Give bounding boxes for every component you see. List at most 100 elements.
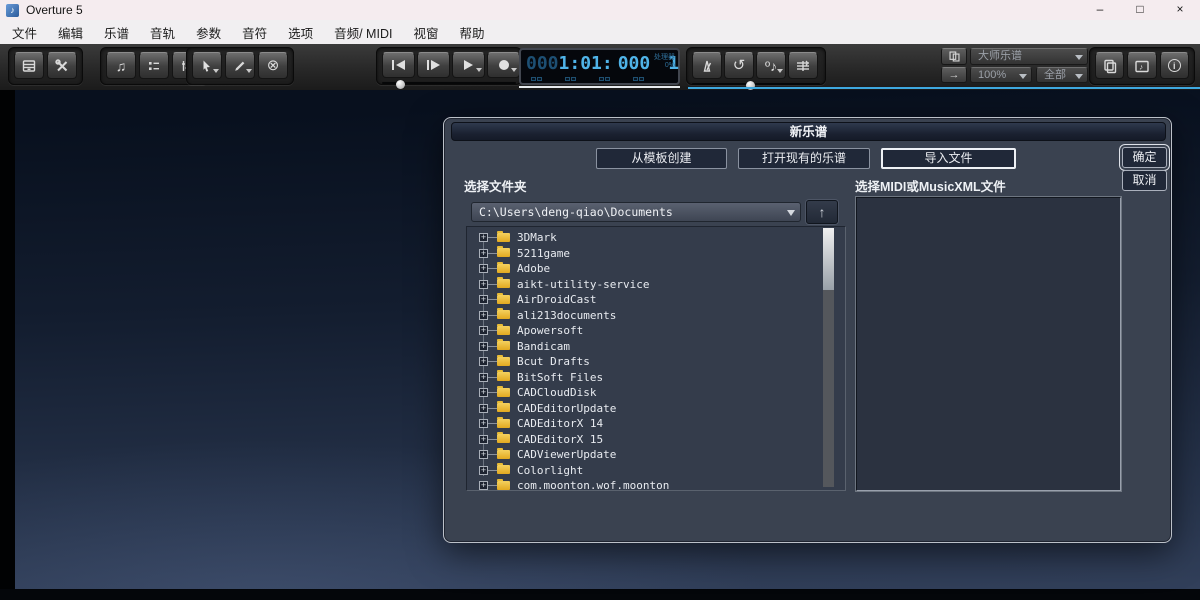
expand-icon[interactable]: + bbox=[479, 435, 488, 444]
rewind-button[interactable] bbox=[382, 52, 415, 78]
menu-item[interactable]: 参数 bbox=[196, 23, 221, 42]
window-title: Overture 5 bbox=[26, 3, 83, 17]
folder-tree-item[interactable]: + Bcut Drafts bbox=[479, 354, 845, 370]
midi-file-list[interactable] bbox=[856, 197, 1121, 491]
tempo-slider[interactable] bbox=[692, 83, 820, 85]
menu-item[interactable]: 选项 bbox=[288, 23, 313, 42]
play-notes-button[interactable]: º♪ bbox=[756, 52, 786, 79]
folder-name: Colorlight bbox=[517, 464, 583, 477]
folder-icon bbox=[497, 481, 510, 490]
menu-item[interactable]: 乐谱 bbox=[104, 23, 129, 42]
cancel-button[interactable]: 取消 bbox=[1122, 170, 1167, 191]
parent-folder-button[interactable]: ↑ bbox=[806, 200, 838, 224]
expand-icon[interactable]: + bbox=[479, 280, 488, 289]
tree-scrollbar-thumb[interactable] bbox=[823, 228, 834, 290]
folder-name: CADEditorX 15 bbox=[517, 433, 603, 446]
track-list-button[interactable] bbox=[139, 52, 169, 79]
select-cursor-button[interactable] bbox=[192, 52, 222, 79]
menu-item[interactable]: 帮助 bbox=[459, 23, 484, 42]
go-to-button[interactable]: → bbox=[941, 67, 967, 83]
tab-open-existing[interactable]: 打开现有的乐谱 bbox=[738, 148, 870, 169]
folder-tree-item[interactable]: + 3DMark bbox=[479, 230, 845, 246]
expand-icon[interactable]: + bbox=[479, 466, 488, 475]
menu-item[interactable]: 编辑 bbox=[58, 23, 83, 42]
metronome-button[interactable] bbox=[692, 52, 722, 79]
copy-button[interactable] bbox=[1095, 52, 1124, 79]
minimize-button[interactable]: – bbox=[1080, 0, 1120, 20]
loop-button[interactable]: ↺ bbox=[724, 52, 754, 79]
expand-icon[interactable]: + bbox=[479, 311, 488, 320]
tab-create-from-template[interactable]: 从模板创建 bbox=[596, 148, 727, 169]
score-select[interactable]: 大师乐谱 bbox=[970, 48, 1088, 65]
track-list-icon bbox=[146, 58, 162, 74]
expand-icon[interactable]: + bbox=[479, 342, 488, 351]
note-audition-icon: º♪ bbox=[765, 59, 777, 73]
folder-tree-item[interactable]: + BitSoft Files bbox=[479, 370, 845, 386]
play-button[interactable] bbox=[452, 52, 485, 78]
menu-item[interactable]: 音频/ MIDI bbox=[334, 23, 392, 42]
folder-icon bbox=[497, 419, 510, 428]
expand-icon[interactable]: + bbox=[479, 373, 488, 382]
svg-text:♪: ♪ bbox=[1139, 62, 1143, 71]
expand-icon[interactable]: + bbox=[479, 264, 488, 273]
expand-icon[interactable]: + bbox=[479, 419, 488, 428]
folder-tree-item[interactable]: + 5211game bbox=[479, 246, 845, 262]
folder-tree-item[interactable]: + CADViewerUpdate bbox=[479, 447, 845, 463]
expand-icon[interactable]: + bbox=[479, 404, 488, 413]
close-button[interactable]: × bbox=[1160, 0, 1200, 20]
folder-tree-item[interactable]: + Bandicam bbox=[479, 339, 845, 355]
metronome-icon bbox=[699, 58, 715, 74]
pencil-button[interactable] bbox=[225, 52, 255, 79]
expand-icon[interactable]: + bbox=[479, 326, 488, 335]
folder-icon bbox=[497, 372, 510, 381]
expand-icon[interactable]: + bbox=[479, 295, 488, 304]
folder-name: CADEditorUpdate bbox=[517, 402, 616, 415]
step-forward-button[interactable] bbox=[417, 52, 450, 78]
position-slider-knob[interactable] bbox=[396, 80, 405, 89]
tools-button[interactable] bbox=[47, 52, 77, 79]
tree-scrollbar[interactable] bbox=[823, 228, 834, 487]
scope-select[interactable]: 全部 bbox=[1036, 67, 1088, 83]
folder-tree-item[interactable]: + AirDroidCast bbox=[479, 292, 845, 308]
folder-tree-item[interactable]: + aikt-utility-service bbox=[479, 277, 845, 293]
position-slider[interactable] bbox=[382, 82, 516, 84]
folder-tree-item[interactable]: + Colorlight bbox=[479, 463, 845, 479]
app-icon: ♪ bbox=[6, 4, 19, 17]
folder-tree-item[interactable]: + Apowersoft bbox=[479, 323, 845, 339]
record-button[interactable] bbox=[487, 52, 520, 78]
info-button[interactable]: i bbox=[1160, 52, 1189, 79]
folder-tree-item[interactable]: + com.moonton.wof.moonton bbox=[479, 478, 845, 491]
folder-tree-item[interactable]: + CADEditorUpdate bbox=[479, 401, 845, 417]
menu-item[interactable]: 文件 bbox=[12, 23, 37, 42]
title-bar: ♪ Overture 5 – □ × bbox=[0, 0, 1200, 20]
expand-icon[interactable]: + bbox=[479, 481, 488, 490]
expand-icon[interactable]: + bbox=[479, 249, 488, 258]
menu-item[interactable]: 视窗 bbox=[413, 23, 438, 42]
library-button[interactable]: ♪ bbox=[1127, 52, 1156, 79]
expand-icon[interactable]: + bbox=[479, 388, 488, 397]
folder-tree-item[interactable]: + CADEditorX 14 bbox=[479, 416, 845, 432]
menu-item[interactable]: 音符 bbox=[242, 23, 267, 42]
eraser-button[interactable]: ⊗ bbox=[258, 52, 288, 79]
folder-icon bbox=[497, 310, 510, 319]
folder-icon bbox=[497, 248, 510, 257]
folder-tree-item[interactable]: + Adobe bbox=[479, 261, 845, 277]
folder-tree-item[interactable]: + ali213documents bbox=[479, 308, 845, 324]
expand-icon[interactable]: + bbox=[479, 450, 488, 459]
menu-item[interactable]: 音轨 bbox=[150, 23, 175, 42]
maximize-button[interactable]: □ bbox=[1120, 0, 1160, 20]
folder-tree-item[interactable]: + CADCloudDisk bbox=[479, 385, 845, 401]
folder-path-select[interactable]: C:\Users\deng-qiao\Documents bbox=[471, 202, 801, 222]
scroll-view-button[interactable] bbox=[788, 52, 818, 79]
zoom-select[interactable]: 100% bbox=[970, 67, 1032, 83]
folder-icon bbox=[497, 279, 510, 288]
expand-icon[interactable]: + bbox=[479, 233, 488, 242]
save-button[interactable] bbox=[14, 52, 44, 79]
ok-button[interactable]: 确定 bbox=[1122, 147, 1167, 168]
folder-tree-item[interactable]: + CADEditorX 15 bbox=[479, 432, 845, 448]
rewind-icon bbox=[396, 60, 405, 70]
notation-button[interactable]: ♫ bbox=[106, 52, 136, 79]
tab-import-file[interactable]: 导入文件 bbox=[881, 148, 1016, 169]
score-view-button[interactable] bbox=[941, 48, 967, 65]
expand-icon[interactable]: + bbox=[479, 357, 488, 366]
